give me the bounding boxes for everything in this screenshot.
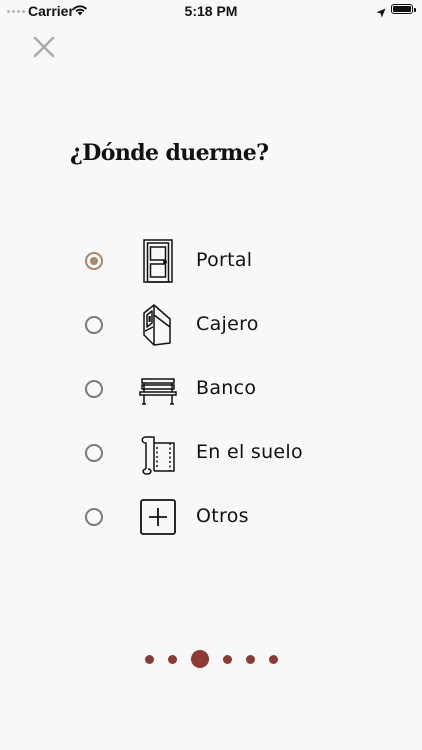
- status-time: 5:18 PM: [184, 3, 238, 19]
- bench-icon: [136, 367, 180, 411]
- option-portal[interactable]: Portal: [80, 233, 340, 289]
- door-icon: [136, 239, 180, 283]
- radio-portal[interactable]: [85, 252, 103, 270]
- option-label: Portal: [196, 249, 253, 271]
- radio-en-el-suelo[interactable]: [85, 444, 103, 462]
- cardboard-mat-icon: [136, 431, 180, 475]
- page-dot: [245, 654, 255, 664]
- plus-box-icon: [136, 495, 180, 539]
- page-dot: [222, 654, 232, 664]
- page-dot-active: [190, 650, 209, 668]
- page-dot: [167, 654, 177, 664]
- option-label: En el suelo: [196, 441, 303, 463]
- location-arrow-icon: [376, 5, 386, 23]
- radio-banco[interactable]: [85, 380, 103, 398]
- page-indicator: [0, 648, 422, 670]
- page-title: ¿Dónde duerme?: [70, 140, 269, 166]
- option-label: Cajero: [196, 313, 259, 335]
- atm-icon: [136, 303, 180, 347]
- radio-otros[interactable]: [85, 508, 103, 526]
- status-bar: Carrier 5:18 PM: [0, 0, 422, 22]
- page-dot: [144, 654, 154, 664]
- option-cajero[interactable]: Cajero: [80, 297, 340, 353]
- option-label: Banco: [196, 377, 257, 399]
- option-otros[interactable]: Otros: [80, 489, 340, 545]
- close-button[interactable]: [30, 33, 58, 61]
- radio-cajero[interactable]: [85, 316, 103, 334]
- option-label: Otros: [196, 505, 249, 527]
- close-icon: [33, 36, 55, 58]
- option-banco[interactable]: Banco: [80, 361, 340, 417]
- page-dot: [268, 654, 278, 664]
- battery-icon: [391, 4, 416, 14]
- option-en-el-suelo[interactable]: En el suelo: [80, 425, 340, 481]
